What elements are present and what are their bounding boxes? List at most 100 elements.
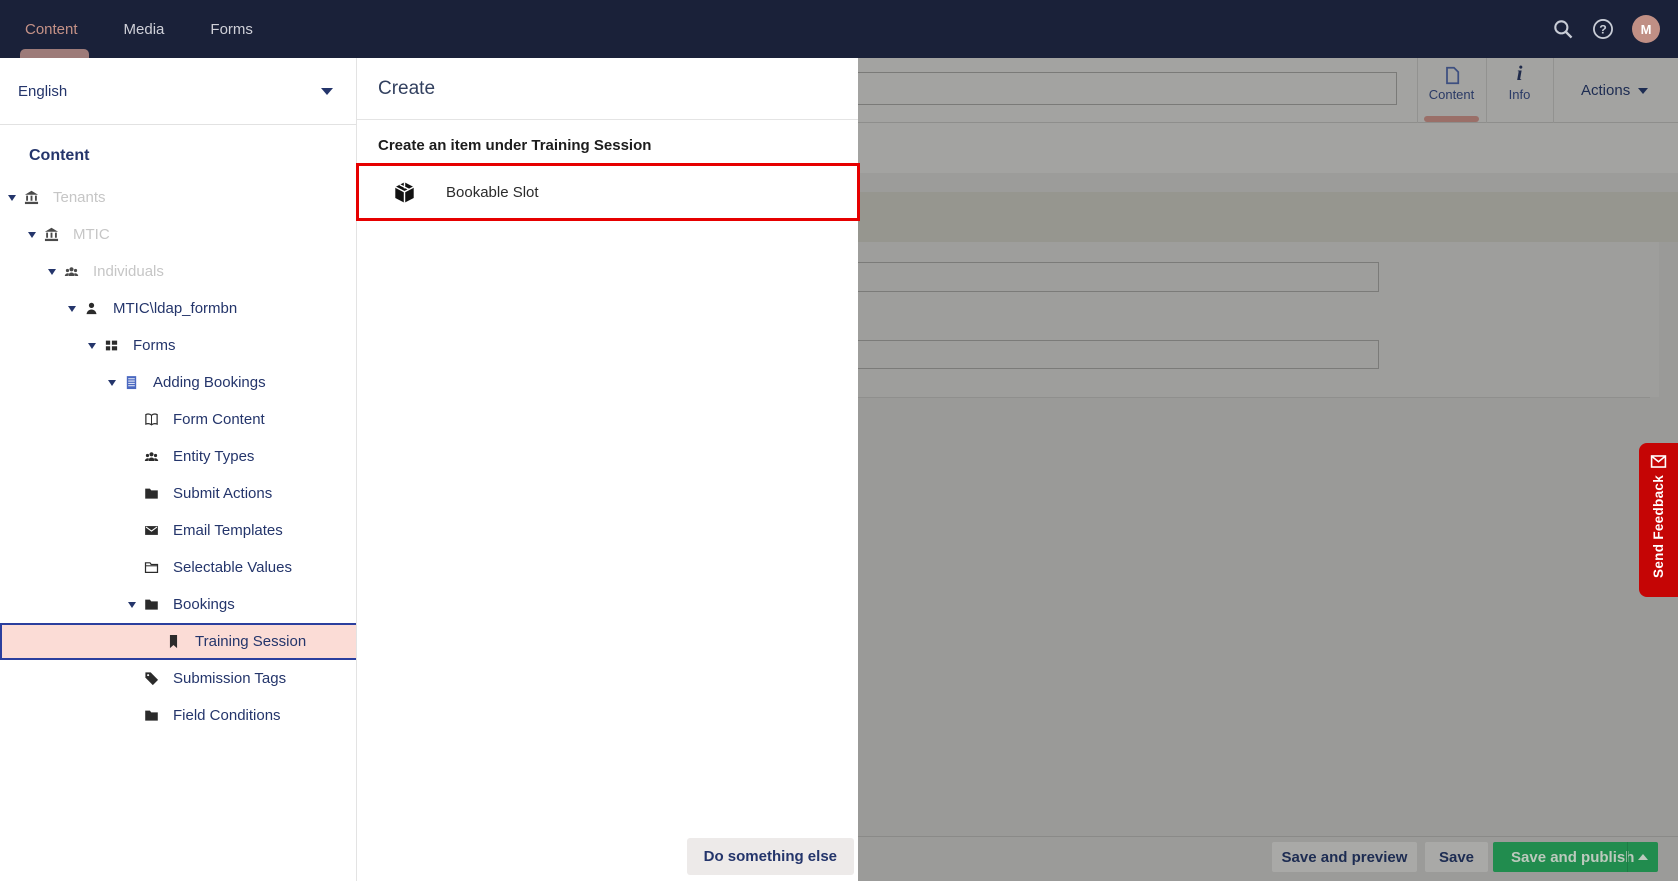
envelope-icon bbox=[1650, 453, 1667, 470]
user-avatar[interactable]: M bbox=[1632, 15, 1660, 43]
button-label: Save bbox=[1438, 848, 1475, 866]
tree-item-mtic[interactable]: MTIC bbox=[0, 216, 356, 253]
active-section-indicator bbox=[20, 49, 89, 58]
divider bbox=[1553, 58, 1554, 123]
svg-text:?: ? bbox=[1599, 22, 1607, 36]
tree-item-label: MTIC bbox=[73, 226, 110, 243]
package-icon bbox=[393, 181, 416, 204]
tree-caret-icon[interactable] bbox=[88, 342, 104, 349]
tree-caret-icon[interactable] bbox=[28, 231, 44, 238]
tree-item-individuals[interactable]: Individuals bbox=[0, 253, 356, 290]
dialog-item-label: Bookable Slot bbox=[446, 183, 539, 201]
save-and-publish-button[interactable]: Save and publish bbox=[1493, 842, 1658, 872]
doc-lines-icon bbox=[124, 375, 144, 391]
tree-item-label: MTIC\ldap_formbn bbox=[113, 300, 238, 317]
tree-item-tenants[interactable]: Tenants bbox=[0, 179, 356, 216]
tree-item-label: Adding Bookings bbox=[153, 374, 266, 391]
tree-item-submission-tags[interactable]: Submission Tags bbox=[0, 660, 356, 697]
tree-item-label: Individuals bbox=[93, 263, 164, 280]
chevron-down-icon bbox=[321, 88, 333, 95]
dialog-item-bookable-slot[interactable]: Bookable Slot bbox=[356, 163, 860, 221]
button-label: Save and publish bbox=[1511, 848, 1635, 866]
topbar-tab-label: Forms bbox=[210, 20, 253, 38]
tab-label: Info bbox=[1508, 87, 1531, 102]
tree-item-email-templates[interactable]: Email Templates bbox=[0, 512, 356, 549]
topbar-tab-label: Media bbox=[123, 20, 165, 38]
publish-options-toggle[interactable] bbox=[1627, 842, 1658, 872]
user-icon bbox=[84, 301, 104, 317]
save-button[interactable]: Save bbox=[1425, 842, 1488, 872]
section-tabs: Content Media Forms bbox=[0, 0, 299, 58]
help-icon[interactable]: ? bbox=[1592, 18, 1614, 40]
search-icon[interactable] bbox=[1552, 18, 1574, 40]
tree-item-label: Email Templates bbox=[173, 522, 283, 539]
topbar-tab-content[interactable]: Content bbox=[20, 0, 89, 58]
tree-item-label: Submission Tags bbox=[173, 670, 287, 687]
tree-item-field-conditions[interactable]: Field Conditions bbox=[0, 697, 356, 734]
topbar-tab-label: Content bbox=[25, 20, 78, 38]
folder-open-icon bbox=[144, 560, 164, 576]
tree-item-label: Form Content bbox=[173, 411, 265, 428]
tree-item-label: Field Conditions bbox=[173, 707, 281, 724]
folder-icon bbox=[144, 597, 164, 613]
topbar-tab-media[interactable]: Media bbox=[124, 0, 165, 58]
language-selector[interactable]: English bbox=[0, 58, 356, 125]
content-name-input[interactable] bbox=[820, 72, 1397, 105]
actions-label: Actions bbox=[1581, 82, 1631, 99]
content-tree: Tenants MTIC Individuals MTIC\ldap_formbn Fo… bbox=[0, 179, 356, 734]
topbar-tab-forms[interactable]: Forms bbox=[210, 0, 253, 58]
tree-item-mtic-ldap-formbn[interactable]: MTIC\ldap_formbn bbox=[0, 290, 356, 327]
bank-icon bbox=[24, 190, 44, 206]
folder-icon bbox=[144, 708, 164, 724]
topbar-right: ? M bbox=[1552, 0, 1678, 58]
form-field-input[interactable] bbox=[820, 262, 1379, 292]
page: Content i Info Actions Content Media Forms bbox=[0, 0, 1678, 881]
do-something-else-button[interactable]: Do something else bbox=[686, 838, 854, 875]
actions-dropdown[interactable]: Actions bbox=[1581, 58, 1649, 123]
tree-item-form-content[interactable]: Form Content bbox=[0, 401, 356, 438]
chevron-up-icon bbox=[1638, 854, 1648, 860]
dialog-heading: Create an item under Training Session bbox=[378, 137, 652, 154]
tree-item-selectable-values[interactable]: Selectable Values bbox=[0, 549, 356, 586]
top-navigation-bar: Content Media Forms ? M bbox=[0, 0, 1678, 58]
tree-item-bookings[interactable]: Bookings bbox=[0, 586, 356, 623]
active-tab-indicator bbox=[1424, 116, 1479, 122]
tree-item-label: Entity Types bbox=[173, 448, 255, 465]
tree-item-label: Forms bbox=[133, 337, 176, 354]
users-icon bbox=[64, 264, 84, 280]
button-label: Save and preview bbox=[1281, 848, 1408, 866]
email-icon bbox=[144, 523, 164, 539]
send-feedback-tab[interactable]: Send Feedback bbox=[1639, 443, 1678, 597]
tree-caret-icon[interactable] bbox=[108, 379, 124, 386]
tree-caret-icon[interactable] bbox=[48, 268, 64, 275]
dialog-item-list: Bookable Slot bbox=[356, 163, 860, 221]
tree-item-entity-types[interactable]: Entity Types bbox=[0, 438, 356, 475]
tree-item-adding-bookings[interactable]: Adding Bookings bbox=[0, 364, 356, 401]
create-dialog: Create Create an item under Training Ses… bbox=[356, 58, 860, 881]
tree-item-label: Bookings bbox=[173, 596, 235, 613]
tree-caret-icon[interactable] bbox=[128, 601, 144, 608]
divider bbox=[820, 397, 1650, 398]
tab-info[interactable]: i Info bbox=[1486, 58, 1553, 123]
tree-item-training-session[interactable]: Training Session bbox=[0, 623, 356, 660]
info-icon: i bbox=[1516, 61, 1523, 85]
tab-content[interactable]: Content bbox=[1417, 58, 1486, 123]
dialog-title: Create bbox=[357, 58, 858, 120]
tree-item-label: Training Session bbox=[195, 633, 307, 650]
bank-icon bbox=[44, 227, 64, 243]
tab-label: Content bbox=[1428, 87, 1475, 102]
tree-caret-icon[interactable] bbox=[68, 305, 84, 312]
bookmark-icon bbox=[166, 634, 186, 650]
chevron-down-icon bbox=[1638, 87, 1649, 94]
book-icon bbox=[144, 412, 164, 428]
tree-caret-icon[interactable] bbox=[8, 194, 24, 201]
sidebar-section-title: Content bbox=[29, 147, 90, 164]
folder-icon bbox=[144, 486, 164, 502]
save-and-preview-button[interactable]: Save and preview bbox=[1272, 842, 1417, 872]
sidebar: English Content Tenants MTIC Individuals MT… bbox=[0, 58, 357, 881]
grid-icon bbox=[104, 338, 124, 354]
tree-item-submit-actions[interactable]: Submit Actions bbox=[0, 475, 356, 512]
form-field-input[interactable] bbox=[820, 340, 1379, 369]
tree-item-forms[interactable]: Forms bbox=[0, 327, 356, 364]
document-icon bbox=[1442, 65, 1462, 86]
